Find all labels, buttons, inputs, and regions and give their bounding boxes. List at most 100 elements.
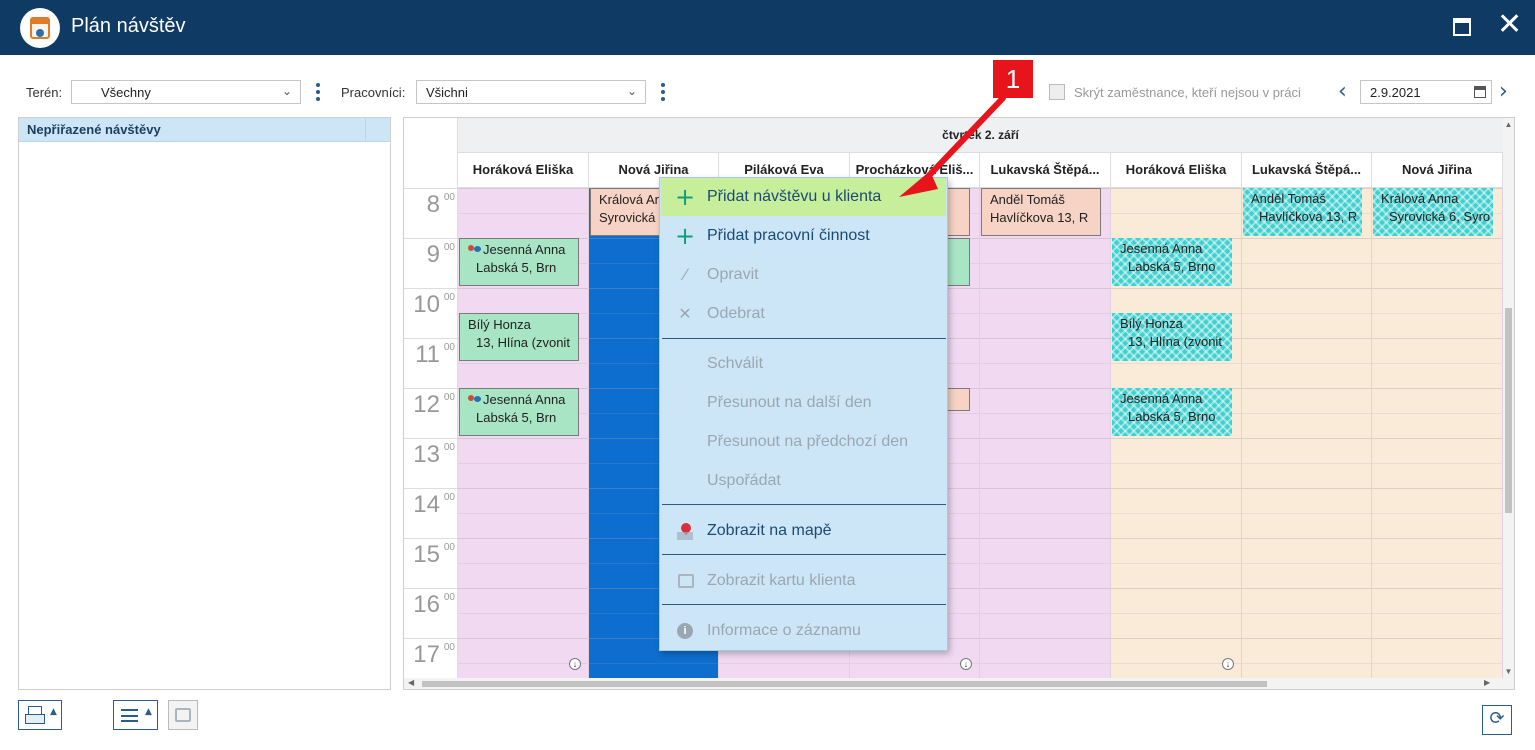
visit-client-name: Jesenná Anna <box>483 392 566 407</box>
more-below-icon[interactable]: ↓ <box>569 658 581 670</box>
employee-column-header[interactable]: Horáková Eliška <box>458 153 589 188</box>
hour-label: 13 00 <box>408 438 458 488</box>
teren-more-icon[interactable] <box>314 82 322 102</box>
visit-event[interactable]: Anděl Tomáš Havlíčkova 13, R <box>981 188 1101 236</box>
menu-item-label: Odebrat <box>707 305 765 322</box>
refresh-button[interactable]: ⟳ <box>1482 705 1512 735</box>
teren-value: Všechny <box>101 85 151 100</box>
visit-event[interactable]: Anděl Tomáš Havlíčkova 13, R <box>1243 188 1362 236</box>
horizontal-scrollbar[interactable]: ◀ ▶ <box>404 678 1514 689</box>
menu-item-label: Přesunout na další den <box>707 394 872 411</box>
hour-label: 14 00 <box>408 488 458 538</box>
menu-item-label: Přidat pracovní činnost <box>707 227 870 244</box>
plus-icon: + <box>675 222 696 250</box>
next-day-arrow-icon[interactable]: › <box>1499 79 1508 104</box>
menu-item[interactable]: ✕ Odebrat <box>661 295 946 333</box>
hour-number: 10 <box>413 291 440 318</box>
caret-up-icon: ▲ <box>145 707 152 717</box>
menu-item-label: Informace o záznamu <box>707 622 861 639</box>
menu-button[interactable]: ▲ <box>113 700 158 730</box>
hour-minutes: 00 <box>443 492 455 503</box>
visit-client-name: Anděl Tomáš <box>990 192 1065 207</box>
hour-label: 12 00 <box>408 388 458 438</box>
hide-absent-checkbox[interactable] <box>1049 84 1065 100</box>
employee-column-header[interactable]: Lukavská Štěpá... <box>980 153 1111 188</box>
prev-day-arrow-icon[interactable]: ‹ <box>1338 79 1347 104</box>
menu-item-label: Zobrazit kartu klienta <box>707 572 856 589</box>
hour-number: 14 <box>413 491 440 518</box>
employee-column-header[interactable]: Lukavská Štěpá... <box>1242 153 1372 188</box>
close-icon[interactable]: ✕ <box>1497 8 1523 42</box>
menu-separator <box>662 554 946 555</box>
visit-event[interactable]: Jesenná Anna Labská 5, Brno <box>1112 388 1232 436</box>
hour-minutes: 00 <box>443 542 455 553</box>
visit-client-name: Jesenná Anna <box>1120 391 1203 406</box>
hamburger-icon <box>121 709 138 722</box>
pracovnici-select[interactable]: Všichni ⌄ <box>416 80 646 104</box>
menu-item[interactable]: + Přidat pracovní činnost <box>661 217 946 255</box>
visit-event[interactable]: Bílý Honza 13, Hlína (zvonit <box>1112 313 1232 361</box>
hour-minutes: 00 <box>443 242 455 253</box>
vertical-scrollbar[interactable]: ▲ ▼ <box>1503 118 1514 678</box>
employee-column-header[interactable]: Horáková Eliška <box>1111 153 1242 188</box>
refresh-icon: ⟳ <box>1489 708 1505 729</box>
hour-number: 16 <box>413 591 440 618</box>
hour-number: 9 <box>426 241 440 268</box>
visit-event[interactable]: Jesenná Anna Labská 5, Brn <box>459 238 579 286</box>
date-input[interactable]: 2.9.2021 <box>1360 80 1492 104</box>
menu-item[interactable]: + Přidat návštěvu u klienta <box>661 178 946 216</box>
menu-item-label: Opravit <box>707 266 759 283</box>
menu-item[interactable]: i Informace o záznamu <box>661 612 946 650</box>
visit-client-name: Anděl Tomáš <box>1251 191 1326 206</box>
menu-item[interactable]: Přesunout na předchozí den <box>661 423 946 461</box>
visit-address: 13, Hlína (zvonit <box>1128 334 1222 349</box>
menu-item[interactable]: Uspořádat <box>661 462 946 500</box>
client-card-icon <box>678 574 694 588</box>
more-below-icon[interactable]: ↓ <box>1222 658 1234 670</box>
printer-icon <box>25 706 45 724</box>
menu-item[interactable]: ⁄ Opravit <box>661 256 946 294</box>
more-below-icon[interactable]: ↓ <box>960 658 972 670</box>
hour-number: 11 <box>415 341 440 368</box>
menu-separator <box>662 604 946 605</box>
pracovnici-more-icon[interactable] <box>659 82 667 102</box>
plus-icon: + <box>675 183 696 211</box>
menu-item-label: Přidat návštěvu u klienta <box>707 188 882 205</box>
menu-separator <box>662 504 946 505</box>
menu-item[interactable]: Schválit <box>661 345 946 383</box>
visit-event[interactable]: Jesenná Anna Labská 5, Brn <box>459 388 579 436</box>
hour-number: 15 <box>413 541 440 568</box>
unassigned-visits-header: Nepřiřazené návštěvy <box>19 118 390 142</box>
hour-minutes: 00 <box>443 592 455 603</box>
pencil-icon: ⁄ <box>683 265 687 284</box>
menu-item-label: Uspořádat <box>707 472 781 489</box>
hour-minutes: 00 <box>443 392 455 403</box>
hour-label: 11 00 <box>408 338 458 388</box>
visit-event[interactable]: Bílý Honza 13, Hlína (zvonit <box>459 313 579 361</box>
app-calendar-icon <box>20 8 60 48</box>
employee-column[interactable] <box>1242 188 1372 678</box>
menu-item[interactable]: Zobrazit na mapě <box>661 512 946 550</box>
maximize-icon[interactable] <box>1449 14 1475 40</box>
visit-address: Labská 5, Brn <box>476 410 557 425</box>
menu-item[interactable]: Zobrazit kartu klienta <box>661 562 946 600</box>
employee-column[interactable] <box>980 188 1111 678</box>
visit-address: Syrovická 6, Syro <box>1389 209 1491 224</box>
visit-address: Labská 5, Brno <box>1128 259 1216 274</box>
employee-column-header[interactable]: Nová Jiřina <box>1372 153 1503 188</box>
visit-event[interactable]: Králová Anna Syrovická 6, Syro <box>1373 188 1493 236</box>
hour-minutes: 00 <box>443 342 455 353</box>
visit-address: Havlíčkova 13, R <box>990 210 1089 225</box>
calendar-picker-icon[interactable] <box>1474 86 1486 98</box>
visit-address: Labská 5, Brno <box>1128 409 1216 424</box>
open-client-card-button[interactable] <box>168 700 198 730</box>
menu-item[interactable]: Přesunout na další den <box>661 384 946 422</box>
visit-event[interactable]: Jesenná Anna Labská 5, Brno <box>1112 238 1232 286</box>
hour-label: 16 00 <box>408 588 458 638</box>
title-bar: Plán návštěv ✕ <box>0 0 1535 55</box>
caret-up-icon: ▲ <box>50 707 57 717</box>
employee-column[interactable] <box>1372 188 1503 678</box>
print-button[interactable]: ▲ <box>18 700 62 730</box>
teren-select[interactable]: Všechny ⌄ <box>71 80 301 104</box>
teren-label: Terén: <box>26 85 63 100</box>
